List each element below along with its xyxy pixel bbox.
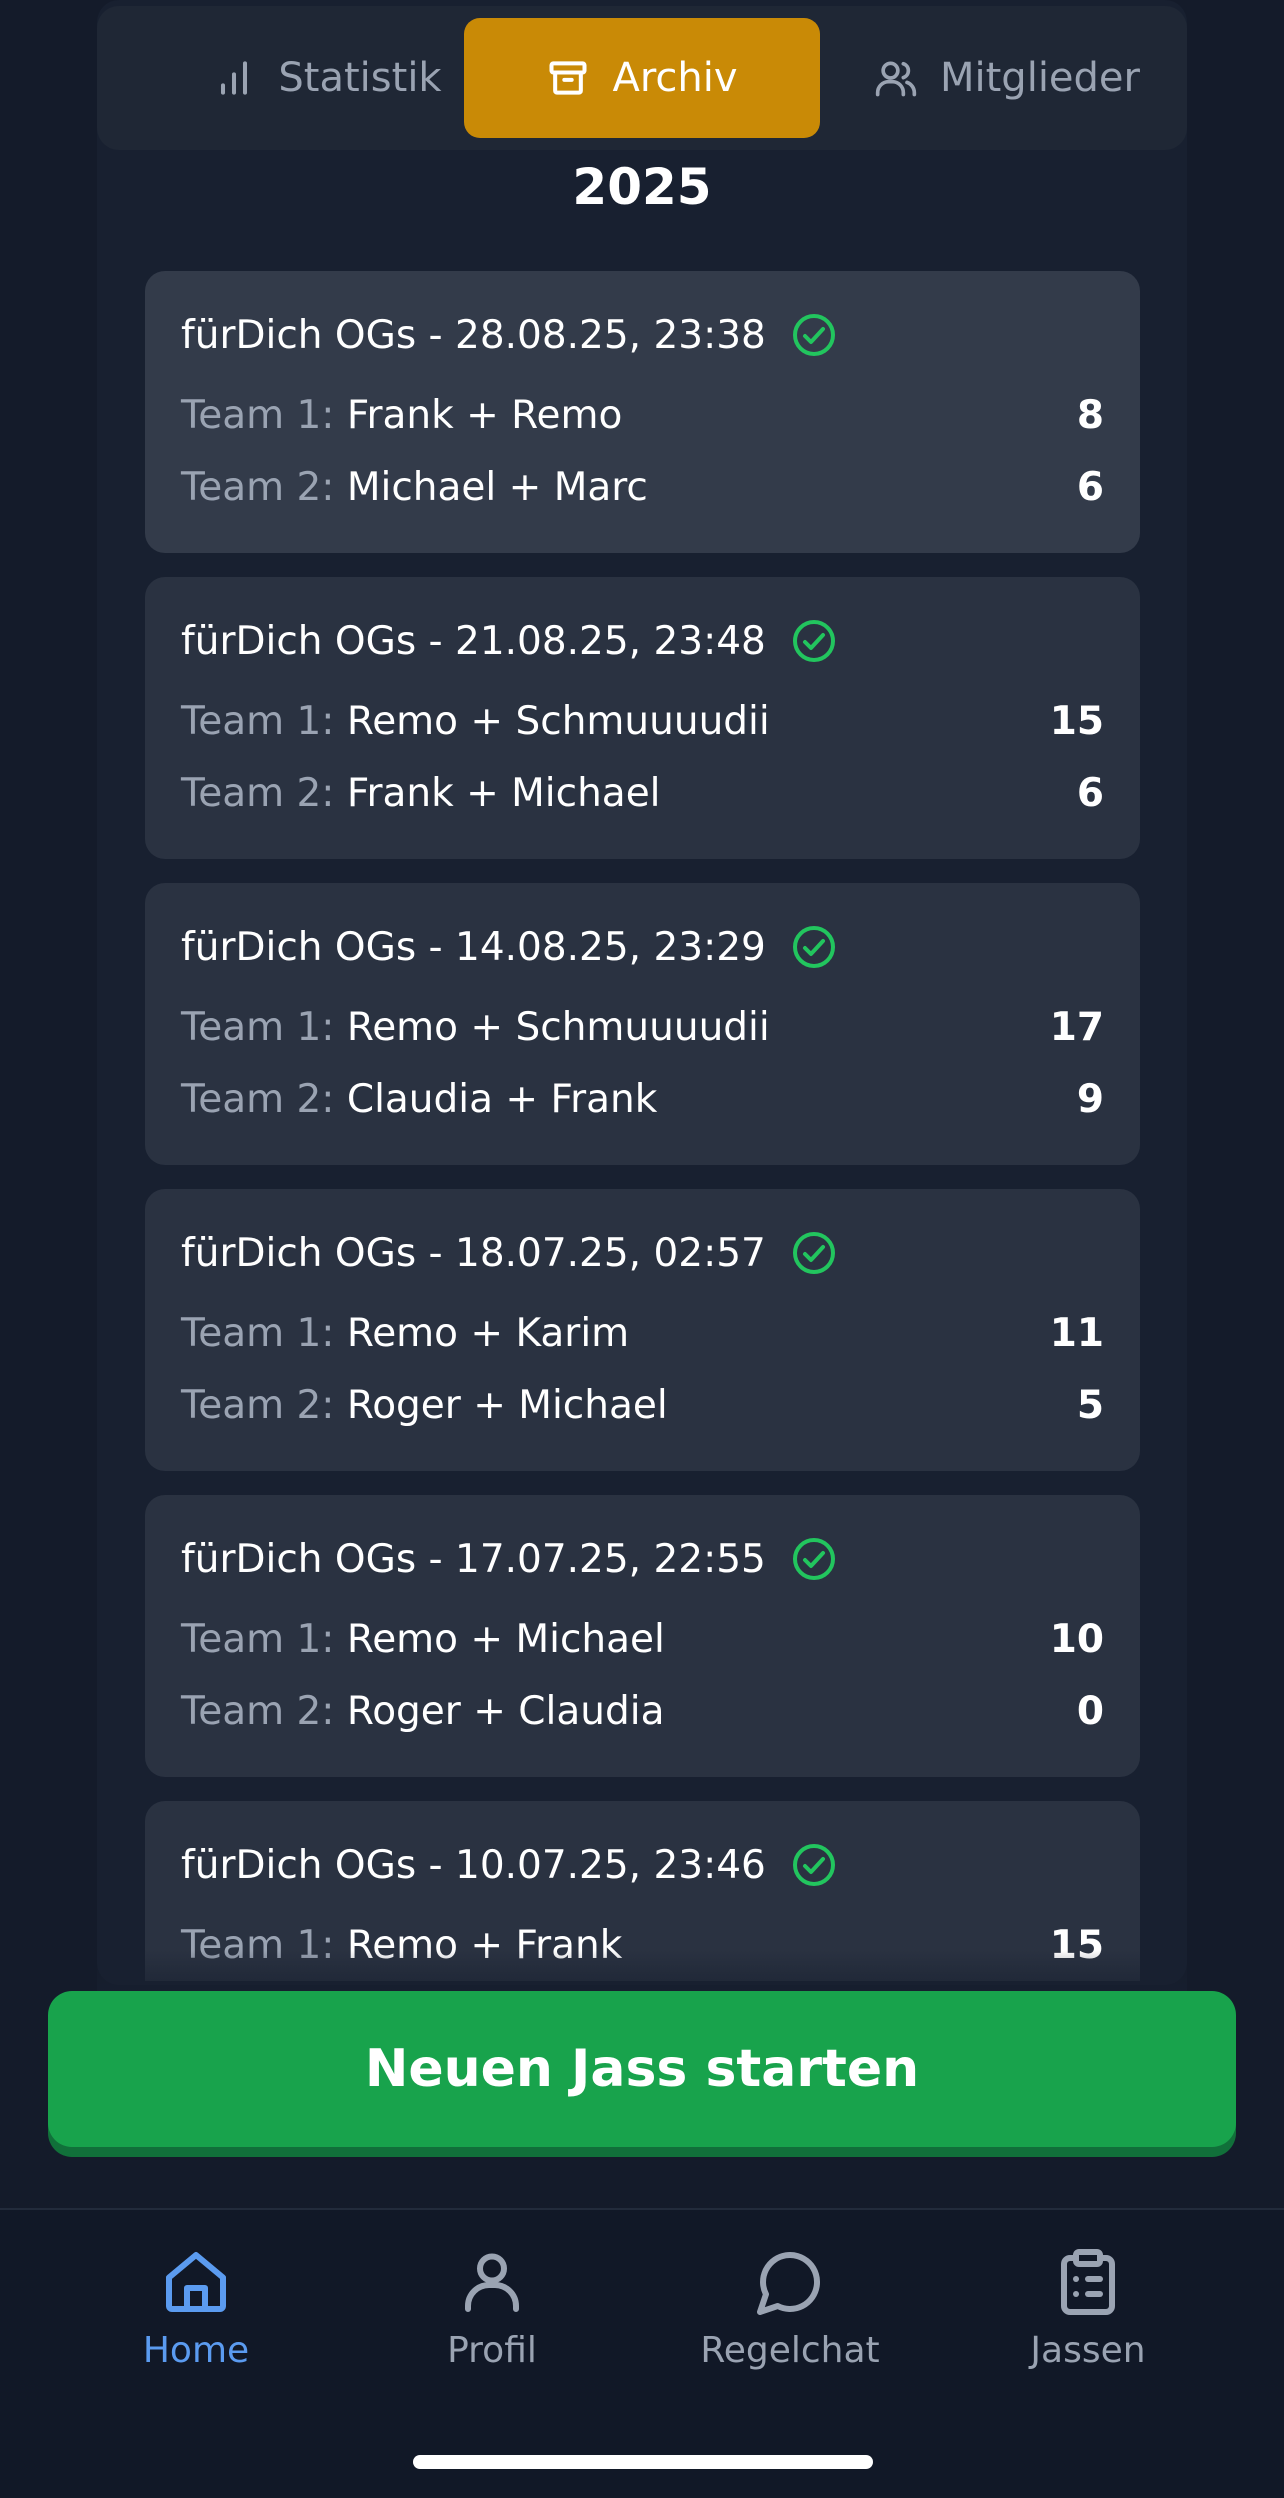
game-card[interactable]: fürDich OGs - 17.07.25, 22:55 Team 1: Re… [145, 1495, 1140, 1777]
team-row: Team 1: Remo + Schmuuuudii 15 [181, 696, 1104, 746]
game-card[interactable]: fürDich OGs - 21.08.25, 23:48 Team 1: Re… [145, 577, 1140, 859]
check-circle-icon [792, 1844, 835, 1886]
user-icon [465, 2253, 519, 2312]
clipboard-list-icon [1061, 2249, 1115, 2315]
chat-bubble-icon [757, 2251, 821, 2315]
game-title: fürDich OGs - 28.08.25, 23:38 [181, 311, 838, 359]
check-circle-icon [792, 620, 835, 662]
game-title: fürDich OGs - 18.07.25, 02:57 [181, 1229, 838, 1277]
team-players: Remo + Michael [346, 1616, 665, 1662]
team-row: Team 2: Roger + Michael 5 [181, 1380, 1104, 1430]
team-label: Team 1: [181, 392, 335, 438]
check-circle-icon [792, 314, 835, 356]
nav-label: Jassen [1030, 2330, 1146, 2371]
team-score: 0 [1076, 1688, 1104, 1734]
team-label: Team 2: [181, 464, 335, 510]
team-label: Team 2: [181, 1688, 335, 1734]
nav-label: Profil [447, 2330, 537, 2371]
archive-icon [549, 61, 587, 95]
team-row: Team 1: Frank + Remo 8 [181, 390, 1104, 440]
game-card[interactable]: fürDich OGs - 28.08.25, 23:38 Team 1: Fr… [145, 271, 1140, 553]
year-heading: 2025 [572, 158, 712, 216]
team-label: Team 2: [181, 1382, 335, 1428]
team-players: Remo + Schmuuuudii [346, 1004, 770, 1050]
tab-label: Statistik [278, 55, 442, 101]
team-score: 6 [1076, 770, 1104, 816]
team-players: Roger + Claudia [346, 1688, 665, 1734]
team-row: Team 1: Remo + Karim 11 [181, 1308, 1104, 1358]
check-circle-icon [792, 926, 835, 968]
home-indicator [413, 2455, 873, 2469]
game-title: fürDich OGs - 17.07.25, 22:55 [181, 1535, 838, 1583]
nav-label: Home [142, 2330, 250, 2371]
nav-item-regelchat[interactable]: Regelchat [660, 2246, 920, 2371]
team-players: Frank + Remo [346, 392, 623, 438]
game-list: fürDich OGs - 28.08.25, 23:38 Team 1: Fr… [145, 271, 1140, 1981]
team-score: 10 [1049, 1616, 1104, 1662]
nav-item-profil[interactable]: Profil [362, 2246, 622, 2371]
tab-archiv[interactable]: Archiv [464, 18, 820, 138]
tab-mitglieder[interactable]: Mitglieder [847, 18, 1167, 138]
team-row: Team 2: Michael + Marc 6 [181, 462, 1104, 512]
game-title: fürDich OGs - 21.08.25, 23:48 [181, 617, 838, 665]
check-circle-icon [792, 1232, 835, 1274]
nav-label: Regelchat [700, 2330, 880, 2371]
team-row: Team 1: Remo + Michael 10 [181, 1614, 1104, 1664]
team-row: Team 2: Roger + Claudia 0 [181, 1686, 1104, 1736]
nav-item-jassen[interactable]: Jassen [958, 2246, 1218, 2371]
team-row: Team 1: Remo + Schmuuuudii 17 [181, 1002, 1104, 1052]
game-title: fürDich OGs - 10.07.25, 23:46 [181, 1841, 838, 1889]
game-title: fürDich OGs - 14.08.25, 23:29 [181, 923, 838, 971]
team-players: Michael + Marc [346, 464, 648, 510]
game-card[interactable]: fürDich OGs - 14.08.25, 23:29 Team 1: Re… [145, 883, 1140, 1165]
users-icon [875, 61, 917, 97]
team-label: Team 1: [181, 1004, 335, 1050]
team-label: Team 1: [181, 1310, 335, 1356]
tab-label: Mitglieder [940, 55, 1140, 101]
team-score: 6 [1076, 464, 1104, 510]
team-players: Claudia + Frank [346, 1076, 658, 1122]
team-score: 9 [1076, 1076, 1104, 1122]
team-score: 5 [1076, 1382, 1104, 1428]
team-row: Team 2: Frank + Michael 6 [181, 768, 1104, 818]
nav-item-home[interactable]: Home [66, 2246, 326, 2371]
team-label: Team 1: [181, 1616, 335, 1662]
home-icon [166, 2252, 226, 2312]
team-score: 8 [1076, 392, 1104, 438]
team-players: Remo + Schmuuuudii [346, 698, 770, 744]
team-players: Remo + Karim [346, 1310, 630, 1356]
tab-label: Archiv [612, 55, 738, 101]
tab-statistik[interactable]: Statistik [157, 18, 497, 138]
segmented-tabs: Statistik Archiv Mitglieder [97, 6, 1187, 150]
start-new-jass-button[interactable]: Neuen Jass starten [48, 1991, 1236, 2147]
team-players: Frank + Michael [346, 770, 661, 816]
team-score: 11 [1049, 1310, 1104, 1356]
team-label: Team 1: [181, 698, 335, 744]
team-score: 15 [1049, 698, 1104, 744]
bar-chart-icon [221, 61, 248, 95]
check-circle-icon [792, 1538, 835, 1580]
team-row: Team 2: Claudia + Frank 9 [181, 1074, 1104, 1124]
team-label: Team 2: [181, 1076, 335, 1122]
team-players: Roger + Michael [346, 1382, 668, 1428]
game-card[interactable]: fürDich OGs - 18.07.25, 02:57 Team 1: Re… [145, 1189, 1140, 1471]
team-label: Team 2: [181, 770, 335, 816]
team-score: 17 [1049, 1004, 1104, 1050]
